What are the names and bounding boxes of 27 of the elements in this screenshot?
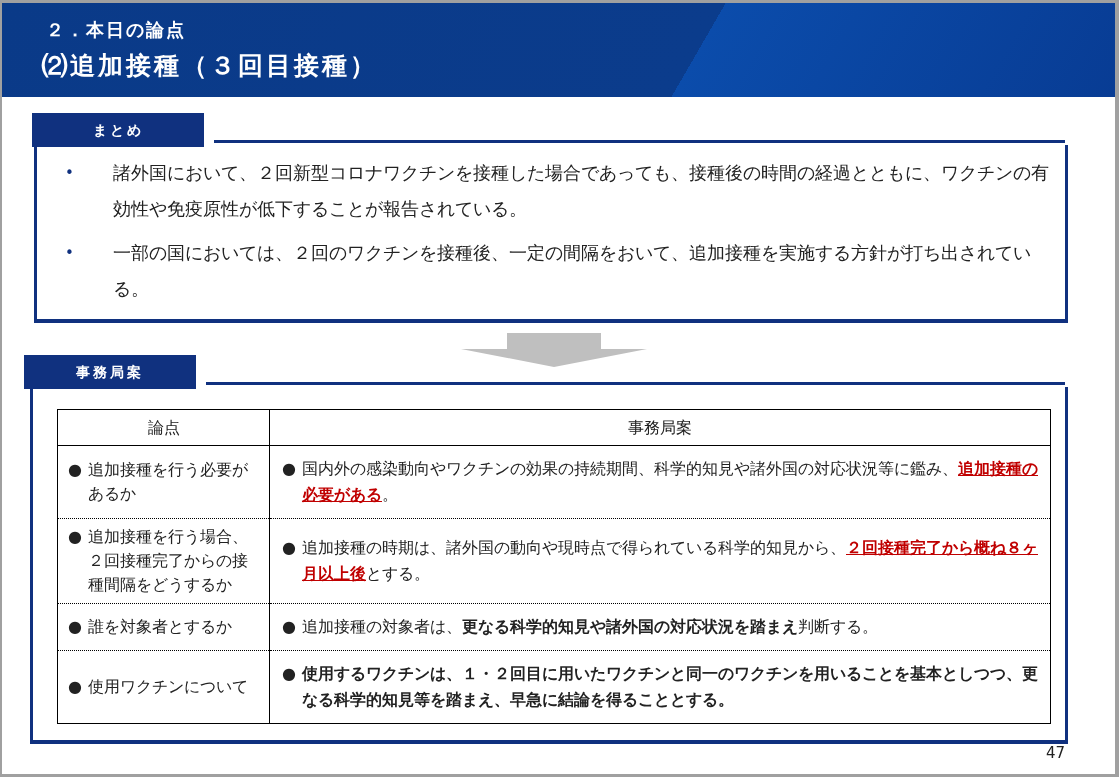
section-heading: ２．本日の論点 [46, 17, 187, 42]
issue-text: 使用ワクチンについて [88, 676, 248, 698]
bullet: • [65, 243, 75, 264]
page-number: 47 [1045, 744, 1065, 762]
answer-text: 追加接種の時期は、諸外国の動向や現時点で得られている科学的知見から、２回接種完了から概ね８ヶ月以上後とする。 [302, 537, 1038, 585]
answer-text: 国内外の感染動向やワクチンの効果の持続期間、科学的知見や諸外国の対応状況等に鑑み、追加接種の必要がある。 [302, 458, 1038, 506]
issue-text: 追加接種を行う場合、２回接種完了からの接種間隔をどうするか [88, 526, 249, 596]
section-label: 事務局案 [24, 355, 196, 389]
section-label: まとめ [32, 113, 204, 147]
slide-title: ⑵追加接種（３回目接種） [42, 49, 379, 82]
bullet: ● [68, 526, 83, 548]
bullet: ● [282, 616, 297, 638]
bullet: ● [282, 663, 297, 685]
issue-text: 誰を対象者とするか [88, 616, 232, 638]
issue-text: 追加接種を行う必要があるか [88, 459, 249, 505]
column-header: 論点 [57, 409, 270, 446]
bullet: ● [68, 616, 83, 638]
summary-text: 諸外国において、２回新型コロナワクチンを接種した場合であっても、接種後の時間の経過とともに、ワクチンの有効性や免疫原性が低下することが報告されている。 [113, 161, 1050, 221]
summary-text: 一部の国においては、２回のワクチンを接種後、一定の間隔をおいて、追加接種を実施する方針が打ち出されている。 [113, 241, 1032, 301]
bullet: ● [282, 537, 297, 559]
bullet: ● [282, 458, 297, 480]
bullet: • [65, 163, 75, 184]
answer-text: 使用するワクチンは、１・２回目に用いたワクチンと同一のワクチンを用いることを基本としつつ、更なる科学的知見等を踏まえ、早急に結論を得ることとする。 [302, 663, 1038, 711]
bullet: ● [68, 459, 83, 481]
bullet: ● [68, 676, 83, 698]
column-header: 事務局案 [269, 409, 1051, 446]
answer-text: 追加接種の対象者は、更なる科学的知見や諸外国の対応状況を踏まえ判断する。 [302, 616, 878, 638]
